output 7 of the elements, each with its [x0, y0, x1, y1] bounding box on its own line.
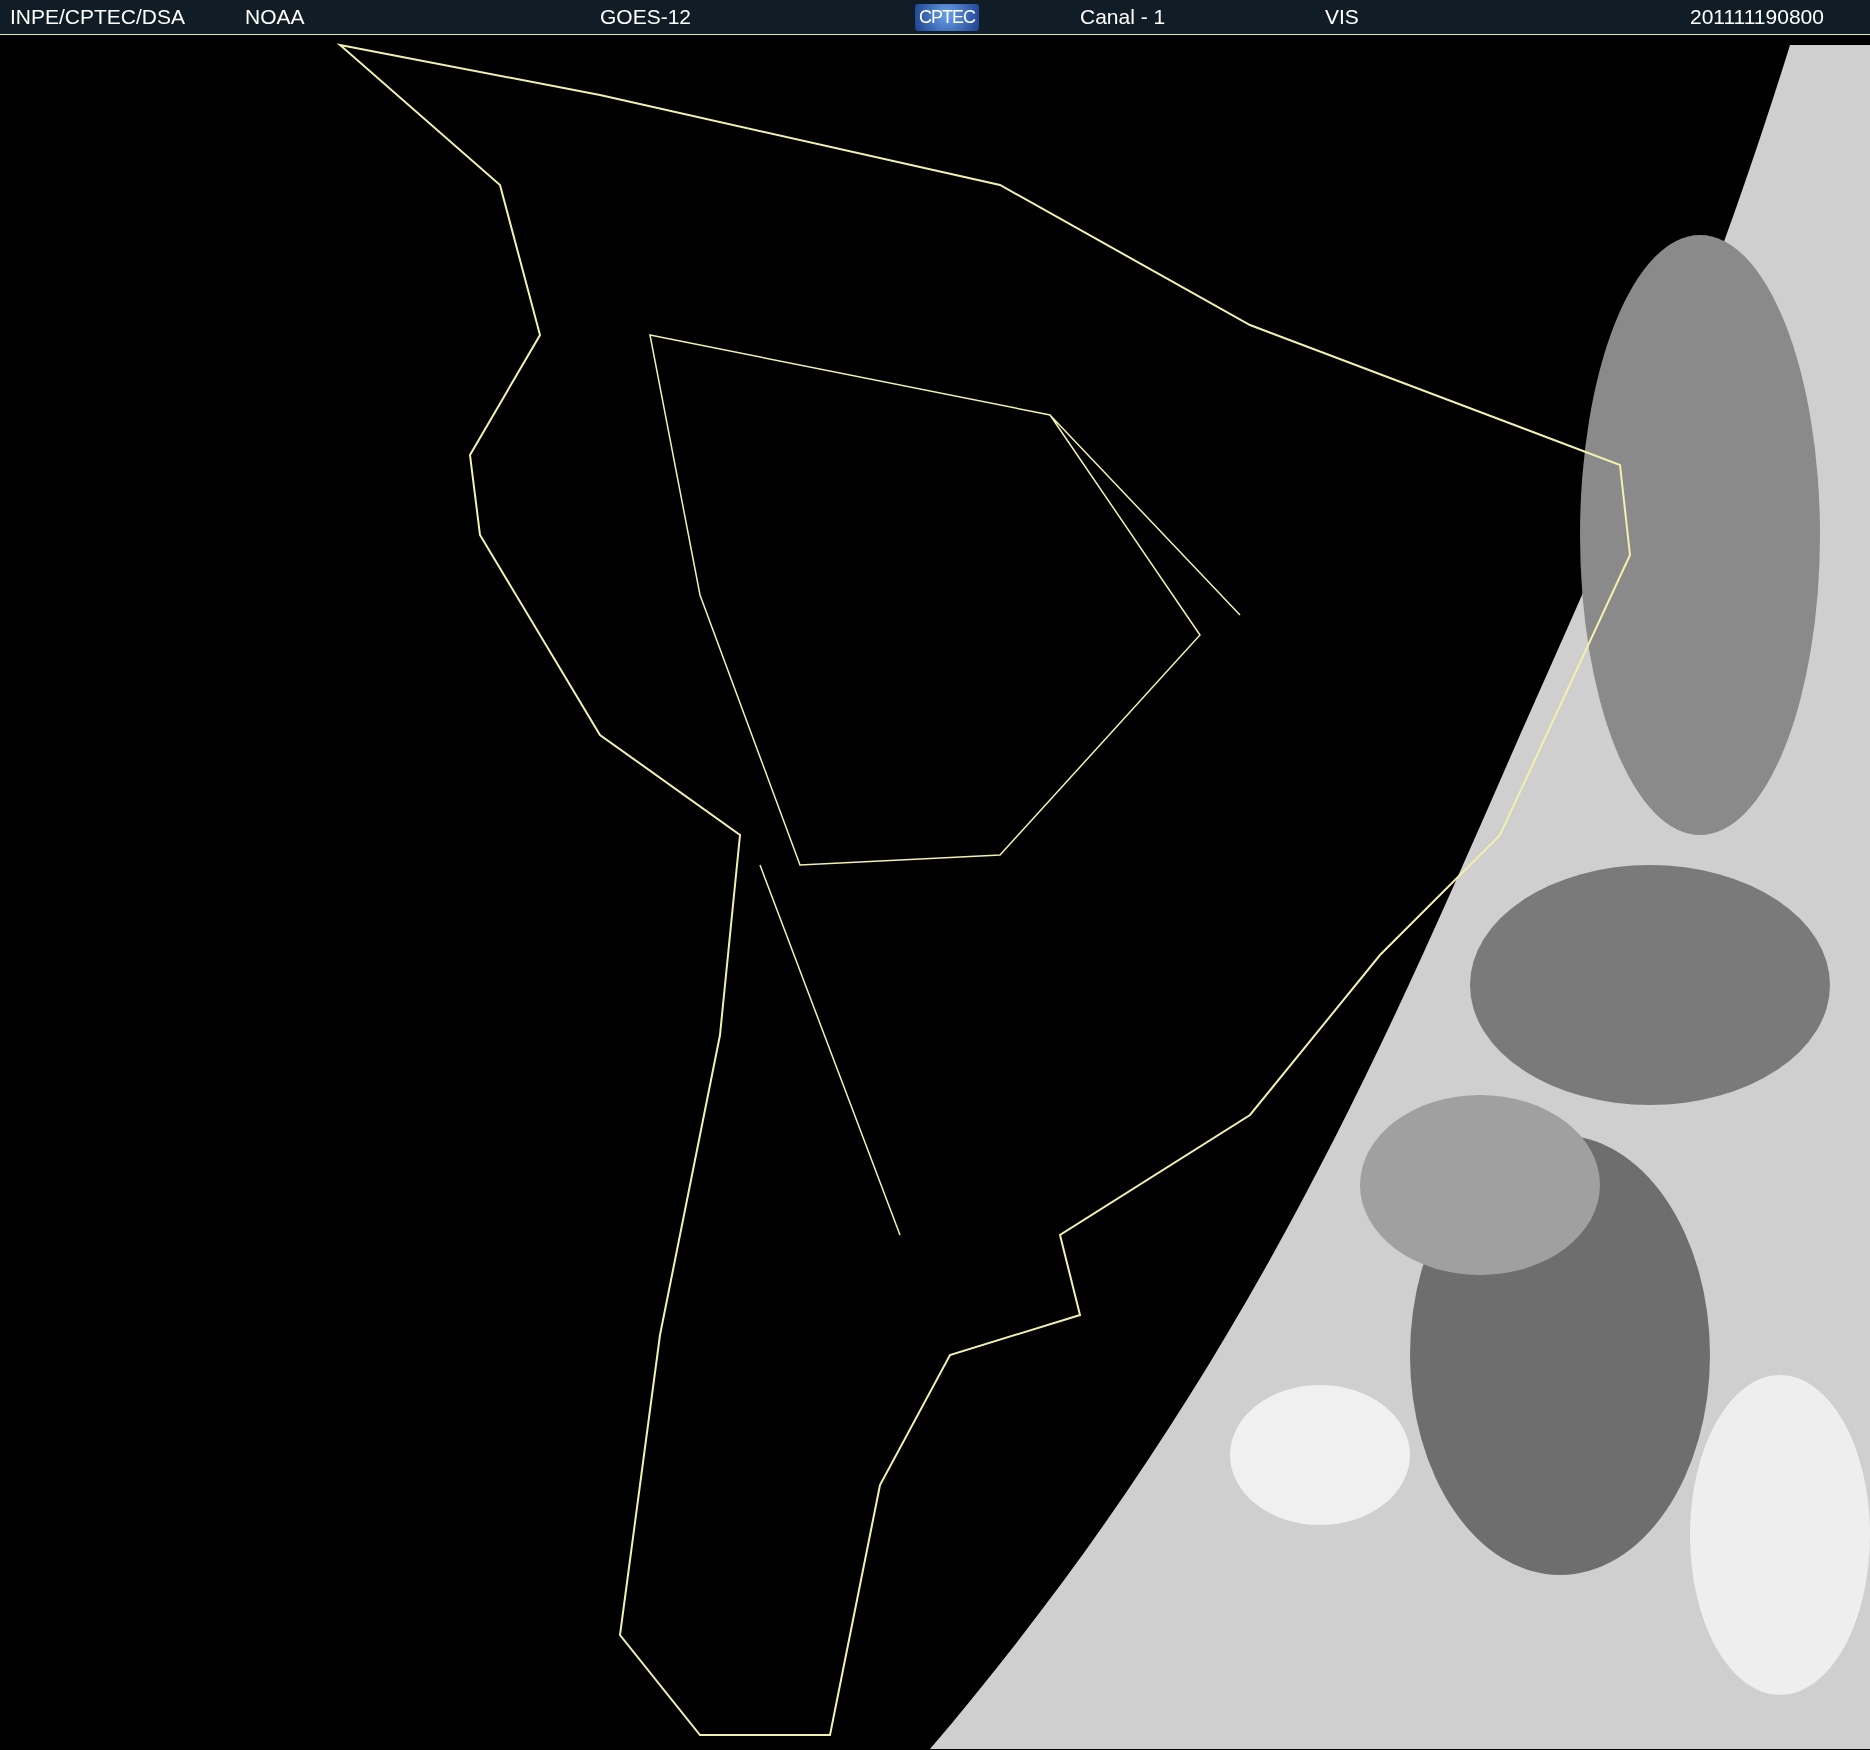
header-label: VIS — [1325, 5, 1359, 29]
logo: CPTEC — [915, 3, 979, 31]
header-label: NOAA — [245, 5, 305, 29]
header-label: 201111190800 — [1690, 5, 1824, 29]
header-label: Canal - 1 — [1080, 5, 1166, 29]
header-label: GOES-12 — [600, 5, 692, 29]
header-label: INPE/CPTEC/DSA — [10, 5, 186, 29]
